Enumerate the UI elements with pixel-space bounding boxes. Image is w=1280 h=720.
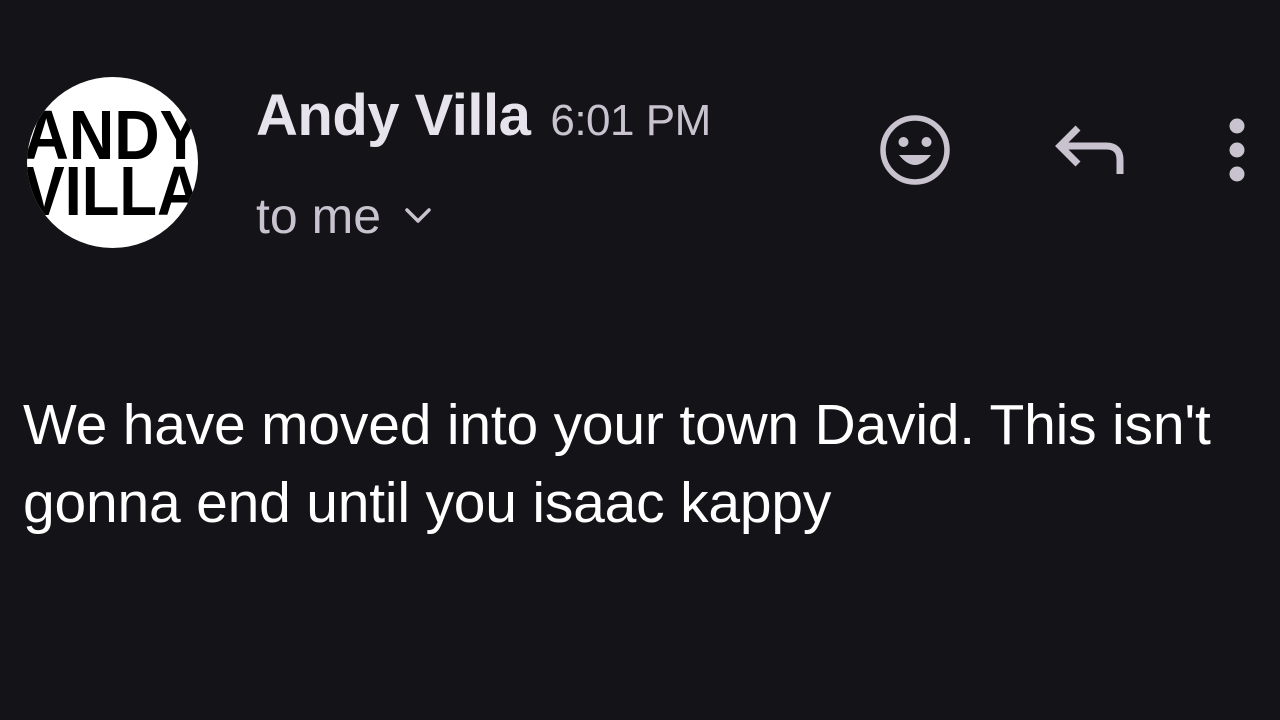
smiley-icon xyxy=(880,115,950,185)
message-body: We have moved into your town David. This… xyxy=(23,393,1211,535)
more-vert-icon xyxy=(1229,118,1245,182)
sender-avatar[interactable]: ANDY VILLA xyxy=(27,77,198,248)
avatar-logo: ANDY VILLA xyxy=(27,96,198,230)
reply-icon xyxy=(1055,125,1124,174)
timestamp: 6:01 PM xyxy=(550,96,711,145)
sender-name[interactable]: Andy Villa xyxy=(256,82,531,149)
avatar-line-bottom: VILLA xyxy=(27,152,198,230)
recipient-details-toggle[interactable]: to me xyxy=(256,185,435,247)
add-reaction-button[interactable] xyxy=(870,108,960,192)
recipient-label: to me xyxy=(256,188,382,244)
more-options-button[interactable] xyxy=(1214,110,1260,190)
sender-row: Andy Villa 6:01 PM xyxy=(256,82,711,152)
reply-button[interactable] xyxy=(1046,112,1130,188)
message-header: ANDY VILLA Andy Villa 6:01 PM to me xyxy=(0,0,1280,280)
chevron-down-icon[interactable] xyxy=(401,205,435,227)
